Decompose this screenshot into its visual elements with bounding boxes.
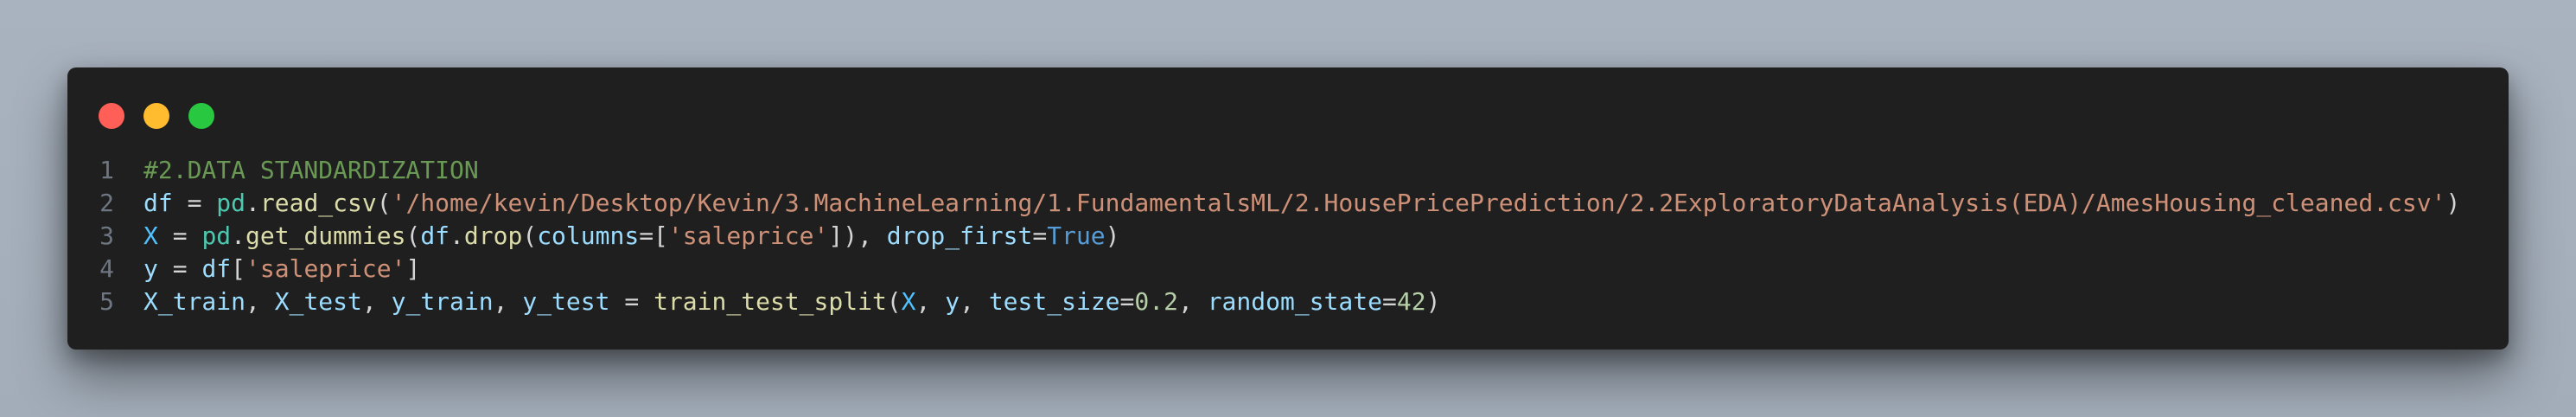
maximize-button[interactable]	[188, 103, 214, 129]
code-token-plain: ,	[1177, 287, 1208, 316]
code-line: 1 #2.DATA STANDARDIZATION	[67, 154, 2509, 187]
code-token-plain: ,	[361, 287, 392, 316]
code-token-plain: =	[609, 287, 654, 316]
code-token-function: drop	[463, 221, 523, 250]
code-token-plain: )	[2445, 189, 2461, 217]
code-token-plain: )	[1105, 221, 1120, 250]
code-token-plain: (	[376, 189, 392, 217]
code-token-plain: =	[1032, 221, 1048, 250]
line-number: 1	[99, 156, 114, 184]
code-token-variable: X_train	[143, 287, 246, 316]
code-token-plain: [	[231, 254, 246, 283]
line-number: 5	[99, 287, 114, 316]
code-window: 1 #2.DATA STANDARDIZATION 2 df = pd.read_cs…	[67, 67, 2509, 350]
code-token-variable: drop_first	[886, 221, 1033, 250]
code-token-variable: df	[143, 189, 173, 217]
code-token-variable: test_size	[988, 287, 1120, 316]
code-text: X = pd.get_dummies(df.drop(columns=['sal…	[143, 220, 1120, 253]
line-number: 4	[99, 254, 114, 283]
code-token-string: '/home/kevin/Desktop/Kevin/3.MachineLear…	[391, 189, 2446, 217]
close-button[interactable]	[99, 103, 124, 129]
code-token-plain: .	[245, 189, 260, 217]
code-token-variable: y	[945, 287, 960, 316]
code-token-plain: .	[450, 221, 464, 250]
code-token-plain: =	[172, 189, 217, 217]
code-token-variable: df	[420, 221, 450, 250]
line-number: 3	[99, 221, 114, 250]
code-token-comment: #2.DATA STANDARDIZATION	[143, 156, 479, 184]
code-token-variable: columns	[537, 221, 640, 250]
code-token-constant: X	[901, 287, 916, 316]
code-token-plain: =[	[639, 221, 668, 250]
code-token-function: read_csv	[259, 189, 377, 217]
code-token-module: pd	[201, 221, 232, 250]
code-token-plain: ]	[405, 254, 421, 283]
code-token-string: 'saleprice'	[245, 254, 406, 283]
code-token-plain: .	[231, 221, 246, 250]
code-text: df = pd.read_csv('/home/kevin/Desktop/Ke…	[143, 187, 2460, 220]
code-token-variable: df	[201, 254, 232, 283]
code-token-plain: =	[157, 254, 202, 283]
code-token-variable: y	[143, 254, 158, 283]
code-editor[interactable]: 1 #2.DATA STANDARDIZATION 2 df = pd.read_cs…	[67, 154, 2509, 318]
code-token-module: pd	[216, 189, 246, 217]
code-text: X_train, X_test, y_train, y_test = train…	[143, 285, 1440, 318]
code-token-plain: (	[405, 221, 421, 250]
code-token-number: 42	[1396, 287, 1426, 316]
code-line: 2 df = pd.read_csv('/home/kevin/Desktop/K…	[67, 187, 2509, 220]
code-token-variable: X_test	[274, 287, 362, 316]
code-line: 5 X_train, X_test, y_train, y_test = trai…	[67, 285, 2509, 318]
code-token-plain: (	[522, 221, 538, 250]
code-token-plain: ,	[915, 287, 946, 316]
code-token-plain: =	[1119, 287, 1135, 316]
code-token-plain: ,	[245, 287, 275, 316]
line-number: 2	[99, 189, 114, 217]
code-token-plain: )	[1425, 287, 1441, 316]
code-text: #2.DATA STANDARDIZATION	[143, 154, 479, 187]
code-token-string: 'saleprice'	[667, 221, 829, 250]
code-token-function: train_test_split	[654, 287, 887, 316]
code-token-number: 0.2	[1134, 287, 1178, 316]
code-token-function: get_dummies	[245, 221, 406, 250]
code-token-plain: =	[157, 221, 202, 250]
code-token-variable: y_train	[391, 287, 494, 316]
code-token-plain: =	[1381, 287, 1397, 316]
code-line: 3X = pd.get_dummies(df.drop(columns=['sa…	[67, 220, 2509, 253]
code-token-plain: (	[886, 287, 902, 316]
code-token-plain: ,	[493, 287, 523, 316]
code-token-plain: ,	[960, 287, 989, 316]
code-token-keyword_const: True	[1047, 221, 1106, 250]
code-line: 4y = df['saleprice']	[67, 253, 2509, 285]
code-token-plain: ]),	[828, 221, 887, 250]
code-token-variable: y_test	[522, 287, 610, 316]
code-token-constant: X	[143, 221, 158, 250]
code-token-variable: random_state	[1207, 287, 1382, 316]
minimize-button[interactable]	[143, 103, 169, 129]
code-text: y = df['saleprice']	[143, 253, 420, 285]
window-controls	[99, 103, 214, 129]
